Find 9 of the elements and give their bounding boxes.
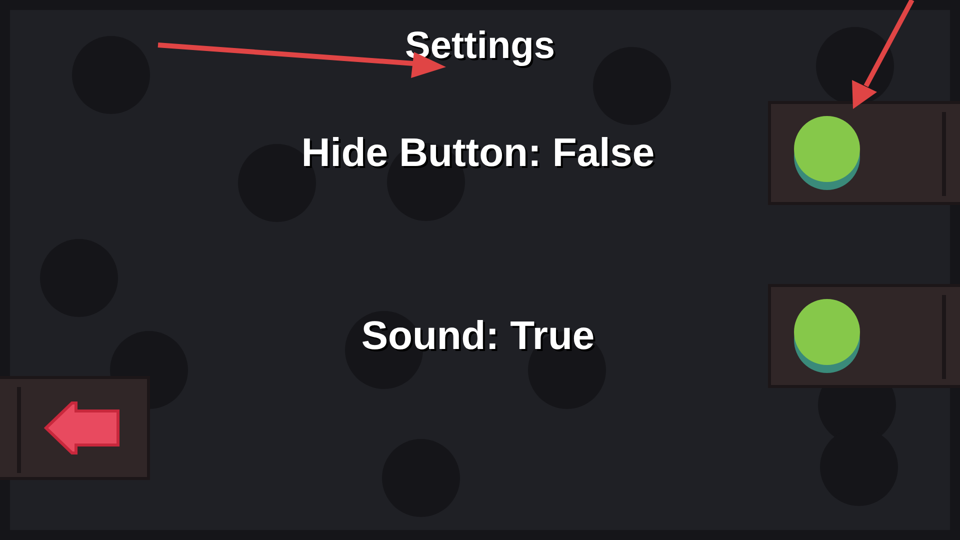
left-arrow-icon xyxy=(44,401,120,455)
option-button[interactable] xyxy=(768,101,960,205)
screen-title: Settings xyxy=(405,25,555,69)
option-button[interactable] xyxy=(768,284,960,388)
setting-label: Hide Button: False xyxy=(301,130,655,176)
knob-icon xyxy=(793,115,861,191)
knob-icon xyxy=(793,298,861,374)
back-button[interactable] xyxy=(0,376,150,480)
setting-label: Sound: True xyxy=(361,314,595,358)
